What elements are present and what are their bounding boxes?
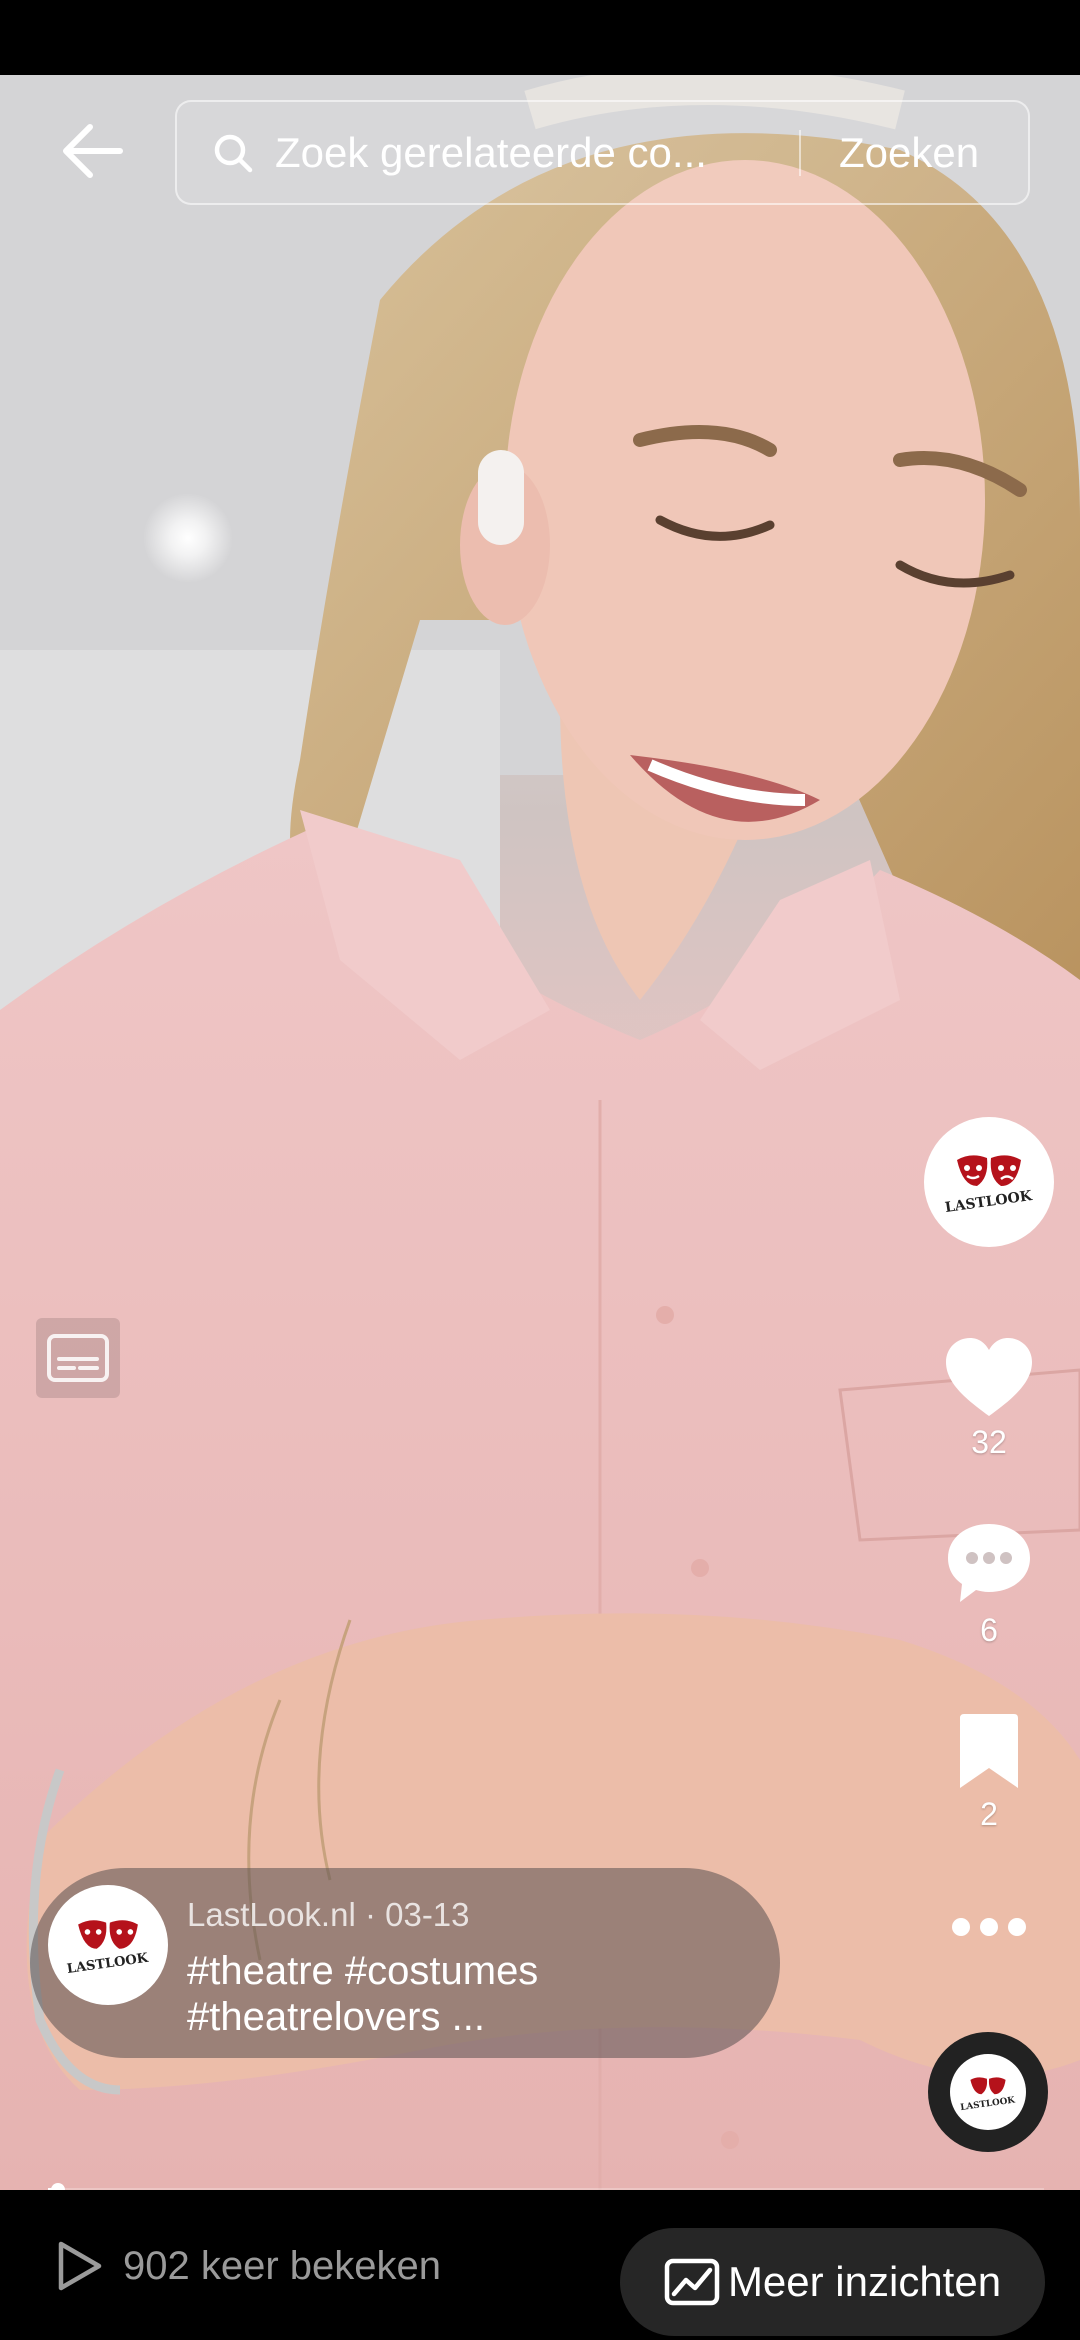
music-disc-logo: LASTLOOK — [950, 2054, 1026, 2130]
comment-count: 6 — [980, 1612, 998, 1648]
save-count: 2 — [980, 1796, 998, 1832]
more-options-button[interactable] — [924, 1912, 1054, 1942]
comment-action[interactable]: 6 — [924, 1520, 1054, 1649]
svg-text:LASTLOOK: LASTLOOK — [944, 1188, 1034, 1216]
views-text: 902 keer bekeken — [123, 2243, 442, 2288]
views-counter: 902 keer bekeken — [55, 2240, 441, 2292]
search-icon — [211, 131, 255, 175]
svg-text:LASTLOOK: LASTLOOK — [66, 1951, 150, 1977]
more-insights-button[interactable]: Meer inzichten — [620, 2228, 1045, 2336]
like-count: 32 — [971, 1424, 1007, 1460]
insights-chart-icon — [664, 2258, 720, 2306]
post-caption[interactable]: #theatre #costumes #theatrelovers ... — [187, 1948, 747, 2040]
caption-line: #theatre #costumes — [187, 1949, 539, 1993]
back-arrow-icon — [63, 124, 123, 178]
lastlook-logo: LASTLOOK — [944, 1155, 1034, 1216]
status-bar — [0, 0, 1080, 75]
comment-icon — [948, 1524, 1030, 1602]
heart-icon — [946, 1338, 1032, 1416]
search-bar[interactable]: Zoek gerelateerde co... Zoeken — [175, 100, 1030, 205]
back-button[interactable] — [52, 110, 134, 192]
bottom-bar: 902 keer bekeken Meer inzichten — [0, 2190, 1080, 2340]
caption-line: #theatrelovers ... — [187, 1995, 485, 2039]
search-input[interactable]: Zoek gerelateerde co... — [275, 129, 775, 177]
captions-icon — [47, 1334, 109, 1382]
profile-avatar[interactable]: LASTLOOK — [924, 1117, 1054, 1247]
video-screen: Zoek gerelateerde co... Zoeken LASTLOOK … — [0, 0, 1080, 2340]
post-meta: LastLook.nl · 03-13 — [187, 1896, 470, 1933]
bookmark-icon — [960, 1714, 1018, 1788]
play-icon — [58, 2241, 102, 2291]
more-icon — [952, 1918, 1026, 1936]
save-action[interactable]: 2 — [924, 1712, 1054, 1833]
captions-button[interactable] — [36, 1318, 120, 1398]
lastlook-logo: LASTLOOK — [66, 1920, 150, 1977]
author-avatar[interactable]: LASTLOOK — [48, 1885, 168, 2005]
svg-text:LASTLOOK: LASTLOOK — [960, 2095, 1016, 2113]
search-button[interactable]: Zoeken — [839, 129, 979, 177]
like-action[interactable]: 32 — [924, 1336, 1054, 1461]
music-disc[interactable]: LASTLOOK — [928, 2032, 1048, 2152]
insights-label: Meer inzichten — [727, 2258, 1002, 2305]
post-info-card[interactable]: LASTLOOK LastLook.nl · 03-13 #theatre #c… — [30, 1868, 780, 2058]
search-divider — [799, 129, 801, 176]
